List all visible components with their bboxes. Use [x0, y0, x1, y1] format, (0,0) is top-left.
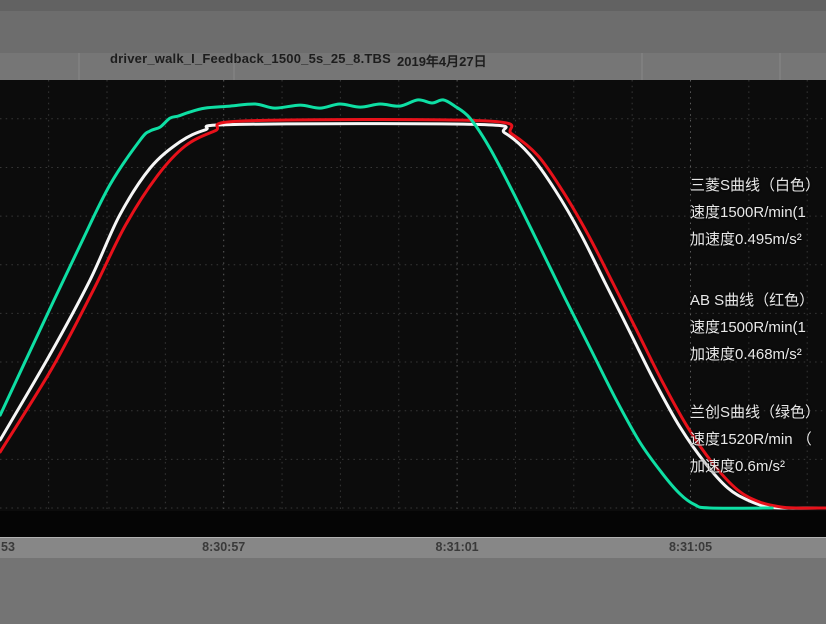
- legend-speed-value: 速度1500R/min(1: [690, 199, 826, 226]
- x-tick-1: 8:31:01: [436, 540, 479, 554]
- time-axis-scrollbar[interactable]: 53 8:30:57 8:31:01 8:31:05: [0, 537, 826, 558]
- legend-accel-value: 加速度0.6m/s²: [690, 453, 826, 480]
- header-divider: [78, 53, 80, 80]
- legend-block-ab: AB S曲线（红色） 速度1500R/min(1 加速度0.468m/s²: [690, 287, 826, 368]
- legend-speed-value: 速度1520R/min （: [690, 426, 826, 453]
- x-tick-0: 8:30:57: [202, 540, 245, 554]
- legend-speed-value: 速度1500R/min(1: [690, 314, 826, 341]
- title-bar: driver_walk_I_Feedback_1500_5s_25_8.TBS …: [0, 0, 826, 80]
- x-tick-left-cut: 53: [1, 540, 15, 554]
- header-divider: [779, 53, 781, 80]
- title-bar-top-strip: [0, 0, 826, 11]
- chart-plot-area[interactable]: 三菱S曲线（白色） 速度1500R/min(1 加速度0.495m/s² AB …: [0, 80, 826, 537]
- legend-accel-value: 加速度0.495m/s²: [690, 226, 826, 253]
- legend-curve-name: 兰创S曲线（绿色）: [690, 399, 826, 426]
- x-tick-2: 8:31:05: [669, 540, 712, 554]
- file-name-title: driver_walk_I_Feedback_1500_5s_25_8.TBS: [110, 51, 391, 66]
- header-divider: [641, 53, 643, 80]
- legend-block-lanchuang: 兰创S曲线（绿色） 速度1520R/min （ 加速度0.6m/s²: [690, 399, 826, 480]
- legend-curve-name: AB S曲线（红色）: [690, 287, 826, 314]
- legend-curve-name: 三菱S曲线（白色）: [690, 172, 826, 199]
- legend-accel-value: 加速度0.468m/s²: [690, 341, 826, 368]
- tbs-viewer-window: driver_walk_I_Feedback_1500_5s_25_8.TBS …: [0, 0, 826, 624]
- legend-block-mitsubishi: 三菱S曲线（白色） 速度1500R/min(1 加速度0.495m/s²: [690, 172, 826, 253]
- record-date: 2019年4月27日: [397, 51, 487, 70]
- bottom-empty-panel: [0, 558, 826, 624]
